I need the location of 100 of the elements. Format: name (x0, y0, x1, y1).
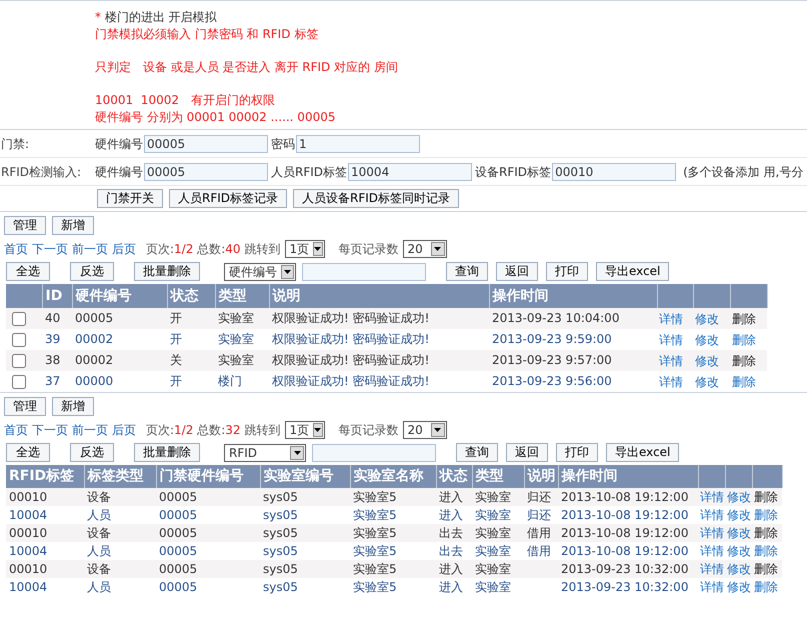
row-link[interactable]: 详情 (700, 580, 724, 594)
row-link[interactable]: 删除 (754, 526, 778, 540)
pager-link[interactable]: 前一页 (72, 421, 108, 439)
input-field[interactable]: 00010 (552, 162, 676, 180)
row-link[interactable]: 修改 (727, 544, 751, 558)
form-label: RFID检测输入: (0, 164, 82, 180)
query-button[interactable]: 返回 (496, 262, 538, 281)
row-link[interactable]: 删除 (732, 332, 756, 346)
table-cell: 进入 (436, 560, 472, 578)
row-link[interactable]: 修改 (695, 354, 719, 368)
query-button[interactable]: 打印 (556, 443, 598, 462)
row-link[interactable]: 详情 (700, 526, 724, 540)
table-cell: 实验室 (472, 578, 524, 596)
table-cell: 进入 (436, 578, 472, 596)
per-page-select[interactable]: 20 (402, 240, 447, 258)
table-cell: 设备 (84, 560, 156, 578)
table-cell: 00002 (72, 329, 167, 350)
query-button[interactable]: 返回 (506, 443, 548, 462)
pager-link[interactable]: 首页 (4, 240, 28, 258)
filter-select[interactable]: RFID (224, 444, 306, 462)
table-cell: 实验室 (472, 524, 524, 542)
row-link[interactable]: 删除 (732, 354, 756, 368)
field-label: 硬件编号 (95, 164, 143, 180)
row-link[interactable]: 详情 (659, 312, 683, 326)
pager-link[interactable]: 下一页 (32, 421, 68, 439)
table-cell: 2013-10-08 19:12:00 (558, 506, 698, 524)
pager-link[interactable]: 前一页 (72, 240, 108, 258)
action-button[interactable]: 批量删除 (134, 443, 200, 462)
row-link[interactable]: 删除 (732, 374, 756, 388)
toolbar-button[interactable]: 新增 (52, 216, 94, 235)
table-cell: 实验室 (215, 329, 269, 350)
pager-link[interactable]: 后页 (112, 421, 136, 439)
query-button[interactable]: 导出excel (606, 443, 680, 462)
row-checkbox[interactable] (12, 333, 26, 348)
table-cell: 00010 (6, 560, 84, 578)
table-cell: 借用 (524, 542, 558, 560)
table-cell: 设备 (84, 488, 156, 506)
row-link[interactable]: 删除 (754, 490, 778, 504)
page-info: 页次:1/2 总数:32 (146, 422, 241, 439)
row-link[interactable]: 详情 (700, 544, 724, 558)
row-link[interactable]: 详情 (700, 508, 724, 522)
row-link[interactable]: 详情 (700, 490, 724, 504)
input-field[interactable]: 1 (296, 134, 420, 152)
per-page-select[interactable]: 20 (402, 421, 447, 439)
action-button[interactable]: 全选 (6, 443, 50, 462)
table-cell: 权限验证成功! 密码验证成功! (269, 350, 489, 371)
row-link[interactable]: 删除 (754, 580, 778, 594)
row-link[interactable]: 详情 (659, 354, 683, 368)
table-cell: sys05 (260, 524, 350, 542)
pager-link[interactable]: 首页 (4, 421, 28, 439)
row-checkbox[interactable] (12, 354, 26, 368)
row-link[interactable]: 删除 (754, 562, 778, 576)
row-link[interactable]: 详情 (659, 332, 683, 346)
row-link[interactable]: 修改 (695, 312, 719, 326)
row-link[interactable]: 修改 (695, 332, 719, 346)
table-cell: 人员 (84, 542, 156, 560)
table-cell: 40 (42, 308, 72, 329)
pager-link[interactable]: 后页 (112, 240, 136, 258)
query-button[interactable]: 查询 (456, 443, 498, 462)
form-button[interactable]: 人员设备RFID标签同时记录 (293, 189, 460, 208)
table-cell: 00005 (72, 308, 167, 329)
action-button[interactable]: 批量删除 (134, 262, 200, 281)
row-link[interactable]: 修改 (727, 580, 751, 594)
row-link[interactable]: 删除 (732, 312, 756, 326)
table-cell: 开 (167, 308, 215, 329)
toolbar-button[interactable]: 管理 (4, 397, 46, 416)
query-button[interactable]: 打印 (546, 262, 588, 281)
row-link[interactable]: 修改 (695, 374, 719, 388)
row-link[interactable]: 删除 (754, 544, 778, 558)
table-cell: 实验室5 (350, 578, 436, 596)
form-button[interactable]: 人员RFID标签记录 (169, 189, 288, 208)
table-cell: 实验室 (472, 542, 524, 560)
search-field[interactable] (302, 262, 426, 280)
filter-select[interactable]: 硬件编号 (224, 262, 296, 280)
row-link[interactable]: 修改 (727, 526, 751, 540)
action-button[interactable]: 全选 (6, 262, 50, 281)
action-button[interactable]: 反选 (70, 262, 114, 281)
row-link[interactable]: 修改 (727, 562, 751, 576)
query-button[interactable]: 查询 (446, 262, 488, 281)
query-button[interactable]: 导出excel (596, 262, 670, 281)
search-field[interactable] (312, 444, 436, 462)
row-link[interactable]: 修改 (727, 508, 751, 522)
toolbar-button[interactable]: 新增 (52, 397, 94, 416)
table-cell: sys05 (260, 578, 350, 596)
toolbar-button[interactable]: 管理 (4, 216, 46, 235)
form-button[interactable]: 门禁开关 (97, 189, 163, 208)
page-select[interactable]: 1页 (284, 421, 325, 439)
row-link[interactable]: 详情 (659, 374, 683, 388)
row-link[interactable]: 详情 (700, 562, 724, 576)
input-field[interactable]: 10004 (348, 162, 472, 180)
action-button[interactable]: 反选 (70, 443, 114, 462)
per-page-label: 每页记录数 (338, 422, 399, 439)
row-checkbox[interactable] (12, 375, 26, 390)
row-checkbox[interactable] (12, 312, 26, 326)
page-select[interactable]: 1页 (284, 240, 325, 258)
input-field[interactable]: 00005 (144, 162, 268, 180)
row-link[interactable]: 修改 (727, 490, 751, 504)
row-link[interactable]: 删除 (754, 508, 778, 522)
pager-link[interactable]: 下一页 (32, 240, 68, 258)
input-field[interactable]: 00005 (144, 134, 268, 152)
